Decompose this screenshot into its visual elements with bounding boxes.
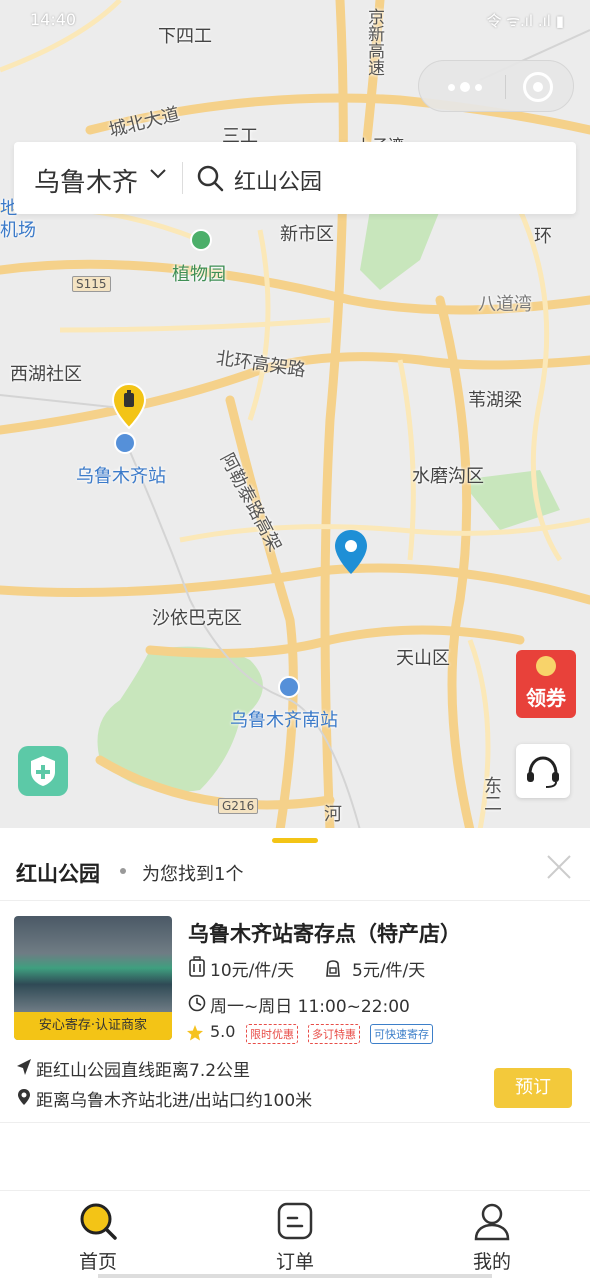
sheet-drag-handle[interactable] xyxy=(272,838,318,843)
coupon-button[interactable]: 领券 xyxy=(516,650,576,718)
search-input[interactable]: 红山公园 xyxy=(234,164,322,196)
customer-service-icon[interactable] xyxy=(516,744,570,798)
more-icon[interactable] xyxy=(437,75,493,99)
location-info: 距离乌鲁木齐站北进/出站口约100米 xyxy=(36,1091,313,1111)
map-label: 环 xyxy=(534,226,552,247)
search-divider xyxy=(182,162,183,194)
price-bag: 5元/件/天 xyxy=(352,961,426,981)
suitcase-icon xyxy=(189,956,205,977)
store-name: 乌鲁木齐站寄存点（特产店） xyxy=(188,922,461,946)
tab-label: 首页 xyxy=(78,1251,117,1273)
map-label: 新市区 xyxy=(280,224,334,245)
separator-dot xyxy=(120,868,126,874)
miniprogram-capsule xyxy=(418,60,574,112)
chevron-down-icon[interactable] xyxy=(148,164,168,184)
location-pin-icon xyxy=(335,530,367,574)
road-label: 东二 xyxy=(481,776,502,812)
coupon-coin-icon xyxy=(536,656,556,676)
tab-label: 我的 xyxy=(472,1251,511,1273)
book-button[interactable]: 预订 xyxy=(494,1068,572,1108)
tab-label: 订单 xyxy=(275,1251,314,1273)
close-icon[interactable] xyxy=(546,854,572,880)
map-label: 下四工 xyxy=(158,26,212,47)
promo-tag: 限时优惠 xyxy=(246,1024,298,1044)
user-icon xyxy=(474,1203,510,1241)
clock-icon xyxy=(188,994,206,1012)
results-sheet: 红山公园 为您找到1个 安心寄存·认证商家 乌鲁木齐站寄存点（特产店） 10元/… xyxy=(0,828,590,1190)
map-label: 苇湖梁 xyxy=(468,390,522,411)
home-indicator xyxy=(98,1274,492,1278)
price-luggage: 10元/件/天 xyxy=(210,961,295,981)
divider xyxy=(0,1122,590,1123)
search-bar: 乌鲁木齐 红山公园 xyxy=(14,142,576,214)
promo-tag: 多订特惠 xyxy=(308,1024,360,1044)
insurance-shield-icon[interactable] xyxy=(18,746,68,796)
city-selector[interactable]: 乌鲁木齐 xyxy=(34,162,138,199)
map-label: 乌鲁木齐站 xyxy=(76,466,166,487)
service-tag: 可快速寄存 xyxy=(370,1024,433,1044)
divider xyxy=(0,900,590,901)
map-label: 沙依巴克区 xyxy=(152,608,242,629)
status-bar: 14:40 令 ᯤ.ıl .ıl ▮ xyxy=(0,0,590,44)
search-home-icon xyxy=(80,1203,117,1240)
tab-home[interactable]: 首页 xyxy=(38,1197,158,1273)
highway-shield: S115 xyxy=(72,276,111,292)
capsule-divider xyxy=(505,75,506,99)
close-miniprogram-icon[interactable] xyxy=(523,72,553,102)
navigation-arrow-icon xyxy=(17,1059,31,1075)
tab-orders[interactable]: 订单 xyxy=(235,1197,355,1273)
result-count: 为您找到1个 xyxy=(142,864,244,885)
star-icon xyxy=(187,1025,203,1041)
locker-pin-icon[interactable] xyxy=(110,382,148,430)
road-label: 河 xyxy=(324,804,342,825)
location-icon xyxy=(18,1089,30,1105)
map-label: 西湖社区 xyxy=(10,364,82,385)
map-label: 八道湾 xyxy=(478,294,532,315)
map-label: 植物园 xyxy=(172,264,226,285)
rating-value: 5.0 xyxy=(210,1022,236,1041)
status-icons: 令 ᯤ.ıl .ıl ▮ xyxy=(486,12,564,30)
certified-badge: 安心寄存·认证商家 xyxy=(14,1012,172,1040)
bottom-tab-bar: 首页 订单 我的 xyxy=(0,1190,590,1280)
search-icon xyxy=(197,165,224,192)
result-title: 红山公园 xyxy=(16,862,100,886)
map-label: 乌鲁木齐南站 xyxy=(230,710,338,731)
map-label: 机场 xyxy=(0,220,36,241)
train-station-icon xyxy=(114,432,136,454)
map-label: 天山区 xyxy=(396,648,450,669)
orders-icon xyxy=(277,1202,313,1240)
road-label: 京新高速 xyxy=(364,8,384,76)
store-thumbnail: 安心寄存·认证商家 xyxy=(14,916,172,1040)
map-view[interactable]: 14:40 令 ᯤ.ıl .ıl ▮ 下四工 城北大道 三工 京新高速 上子湾 … xyxy=(0,0,590,830)
opening-hours: 周一~周日 11:00~22:00 xyxy=(210,997,410,1017)
train-station-icon xyxy=(278,676,300,698)
tab-profile[interactable]: 我的 xyxy=(432,1197,552,1273)
highway-shield: G216 xyxy=(218,798,259,814)
map-label: 水磨沟区 xyxy=(412,466,484,487)
distance-info: 距红山公园直线距离7.2公里 xyxy=(36,1061,251,1081)
coupon-label: 领券 xyxy=(526,686,566,710)
park-icon xyxy=(190,229,212,251)
backpack-icon xyxy=(326,960,340,977)
status-time: 14:40 xyxy=(30,10,77,29)
